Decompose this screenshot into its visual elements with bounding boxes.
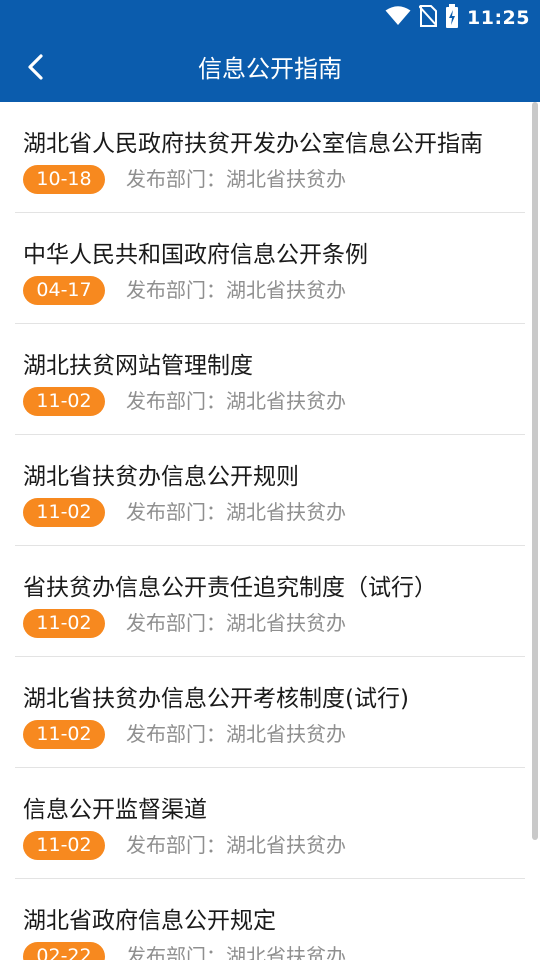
date-badge: 02-22 bbox=[23, 942, 105, 960]
item-title: 湖北省扶贫办信息公开考核制度(试行) bbox=[23, 686, 409, 712]
item-title: 湖北扶贫网站管理制度 bbox=[23, 353, 253, 379]
battery-charging-icon bbox=[445, 4, 459, 32]
date-badge: 11-02 bbox=[23, 498, 105, 527]
publisher-text: 发布部门：湖北省扶贫办 bbox=[126, 833, 346, 857]
list-item[interactable]: 信息公开监督渠道 11-02 发布部门：湖北省扶贫办 bbox=[15, 768, 525, 879]
page-title: 信息公开指南 bbox=[198, 55, 342, 83]
date-badge: 04-17 bbox=[23, 276, 105, 305]
status-time: 11:25 bbox=[467, 7, 530, 29]
publisher-text: 发布部门：湖北省扶贫办 bbox=[126, 278, 346, 302]
chevron-left-icon bbox=[26, 54, 44, 84]
list-item[interactable]: 中华人民共和国政府信息公开条例 04-17 发布部门：湖北省扶贫办 bbox=[15, 213, 525, 324]
scrollbar[interactable] bbox=[532, 102, 538, 840]
app-bar: 信息公开指南 bbox=[0, 36, 540, 102]
item-title: 信息公开监督渠道 bbox=[23, 797, 207, 823]
publisher-text: 发布部门：湖北省扶贫办 bbox=[126, 611, 346, 635]
publisher-text: 发布部门：湖北省扶贫办 bbox=[126, 167, 346, 191]
date-badge: 11-02 bbox=[23, 831, 105, 860]
publisher-text: 发布部门：湖北省扶贫办 bbox=[126, 944, 346, 960]
list-item[interactable]: 湖北省人民政府扶贫开发办公室信息公开指南 10-18 发布部门：湖北省扶贫办 bbox=[15, 102, 525, 213]
publisher-text: 发布部门：湖北省扶贫办 bbox=[126, 389, 346, 413]
back-button[interactable] bbox=[14, 48, 56, 90]
publisher-text: 发布部门：湖北省扶贫办 bbox=[126, 722, 346, 746]
list-item[interactable]: 湖北省扶贫办信息公开规则 11-02 发布部门：湖北省扶贫办 bbox=[15, 435, 525, 546]
status-bar: 11:25 bbox=[0, 0, 540, 36]
date-badge: 11-02 bbox=[23, 387, 105, 416]
item-title: 湖北省政府信息公开规定 bbox=[23, 908, 276, 934]
wifi-icon bbox=[385, 6, 411, 30]
item-title: 湖北省人民政府扶贫开发办公室信息公开指南 bbox=[23, 131, 483, 157]
list-item[interactable]: 湖北扶贫网站管理制度 11-02 发布部门：湖北省扶贫办 bbox=[15, 324, 525, 435]
list-item[interactable]: 湖北省政府信息公开规定 02-22 发布部门：湖北省扶贫办 bbox=[15, 879, 525, 960]
item-title: 省扶贫办信息公开责任追究制度（试行） bbox=[23, 575, 437, 601]
date-badge: 10-18 bbox=[23, 165, 105, 194]
status-icons: 11:25 bbox=[385, 0, 530, 36]
guide-list: 湖北省人民政府扶贫开发办公室信息公开指南 10-18 发布部门：湖北省扶贫办 中… bbox=[0, 102, 540, 960]
item-title: 中华人民共和国政府信息公开条例 bbox=[23, 242, 368, 268]
date-badge: 11-02 bbox=[23, 609, 105, 638]
publisher-text: 发布部门：湖北省扶贫办 bbox=[126, 500, 346, 524]
list-item[interactable]: 湖北省扶贫办信息公开考核制度(试行) 11-02 发布部门：湖北省扶贫办 bbox=[15, 657, 525, 768]
item-title: 湖北省扶贫办信息公开规则 bbox=[23, 464, 299, 490]
no-sim-icon bbox=[418, 5, 438, 31]
list-item[interactable]: 省扶贫办信息公开责任追究制度（试行） 11-02 发布部门：湖北省扶贫办 bbox=[15, 546, 525, 657]
date-badge: 11-02 bbox=[23, 720, 105, 749]
